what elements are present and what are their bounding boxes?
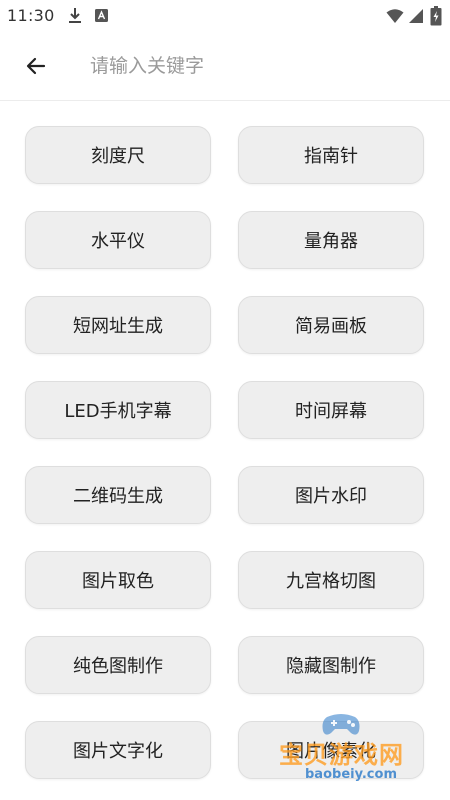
- tool-button-ruler[interactable]: 刻度尺: [25, 126, 211, 184]
- tool-button-pixelate[interactable]: 图片像素化: [238, 721, 424, 779]
- cell-signal-icon: [409, 9, 423, 23]
- tool-button-color-picker[interactable]: 图片取色: [25, 551, 211, 609]
- app-screen: 11:30 刻度尺 指南针 水平仪: [0, 0, 450, 800]
- search-input[interactable]: [82, 46, 438, 86]
- back-button[interactable]: [16, 46, 56, 86]
- tool-button-short-url[interactable]: 短网址生成: [25, 296, 211, 354]
- tool-button-drawing-board[interactable]: 简易画板: [238, 296, 424, 354]
- tool-button-image-watermark[interactable]: 图片水印: [238, 466, 424, 524]
- tool-button-led-subtitle[interactable]: LED手机字幕: [25, 381, 211, 439]
- download-icon: [69, 8, 81, 23]
- search-app-bar: [0, 32, 450, 101]
- tool-button-qr-code[interactable]: 二维码生成: [25, 466, 211, 524]
- tool-button-solid-color-image[interactable]: 纯色图制作: [25, 636, 211, 694]
- tool-button-hidden-image[interactable]: 隐藏图制作: [238, 636, 424, 694]
- tool-button-protractor[interactable]: 量角器: [238, 211, 424, 269]
- tool-button-compass[interactable]: 指南针: [238, 126, 424, 184]
- tool-button-time-screen[interactable]: 时间屏幕: [238, 381, 424, 439]
- tool-button-nine-grid-cut[interactable]: 九宫格切图: [238, 551, 424, 609]
- app-notification-icon: [95, 9, 108, 22]
- wifi-icon: [386, 9, 404, 23]
- tool-button-image-to-text[interactable]: 图片文字化: [25, 721, 211, 779]
- tool-button-level[interactable]: 水平仪: [25, 211, 211, 269]
- battery-charging-icon: [430, 6, 442, 26]
- status-time: 11:30: [7, 6, 55, 25]
- status-bar: 11:30: [0, 0, 450, 32]
- arrow-left-icon: [26, 57, 46, 75]
